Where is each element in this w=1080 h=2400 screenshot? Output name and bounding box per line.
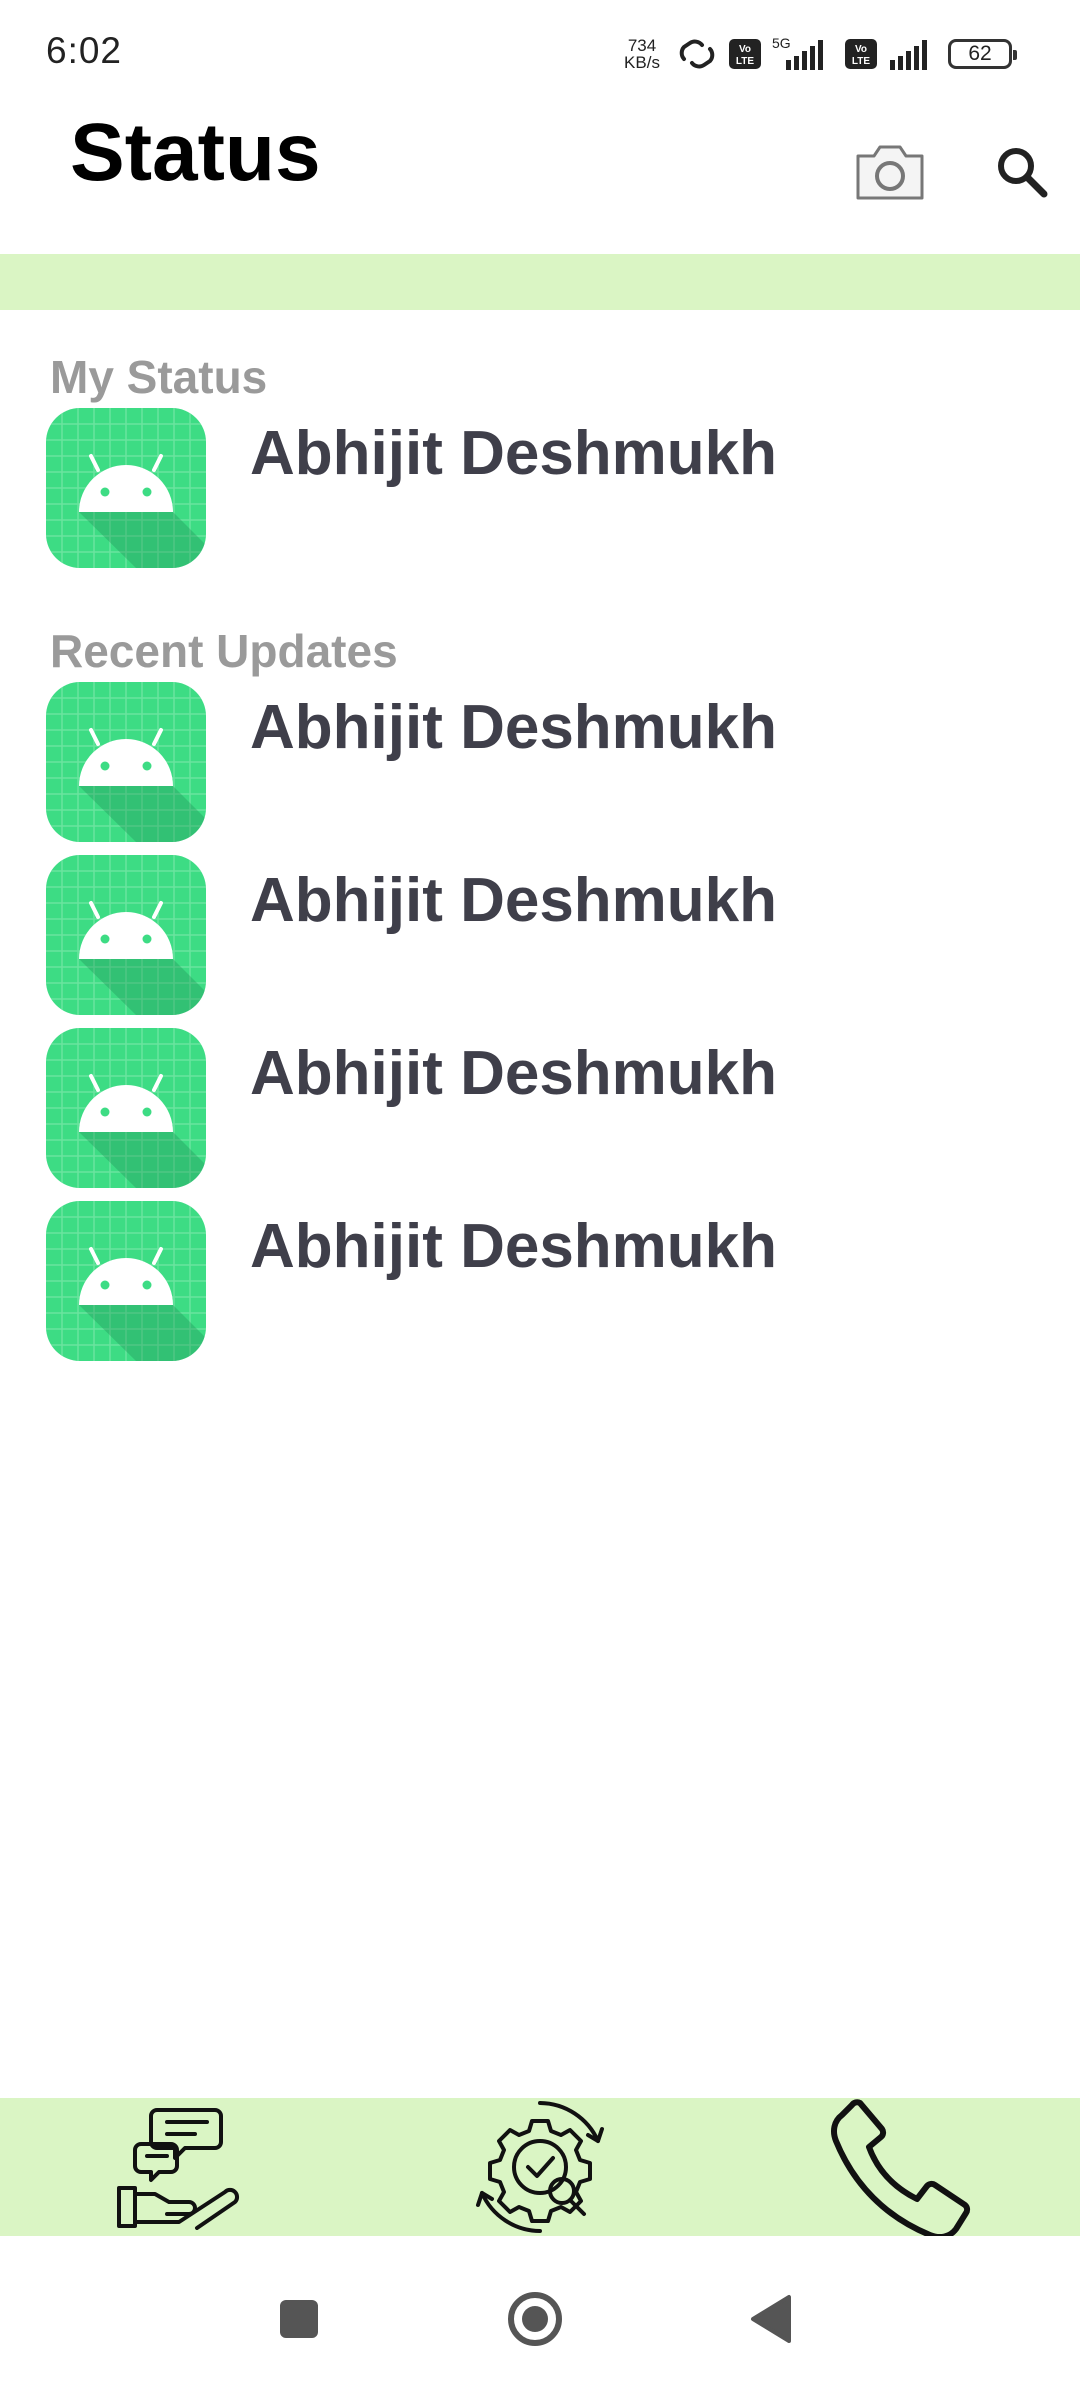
svg-text:5G: 5G xyxy=(772,36,791,51)
network-speed-unit: KB/s xyxy=(624,53,660,72)
contact-name: Abhijit Deshmukh xyxy=(250,693,778,762)
avatar xyxy=(46,682,206,842)
svg-text:LTE: LTE xyxy=(852,56,870,67)
search-icon xyxy=(998,148,1048,198)
volte-icon: Vo LTE xyxy=(728,38,762,70)
link-icon xyxy=(676,39,718,69)
system-status-bar: 6:02 734 KB/s Vo LTE 5G Vo LTE 62 xyxy=(0,0,1080,100)
avatar xyxy=(46,408,206,568)
android-avatar-icon xyxy=(46,1201,206,1361)
phone-icon xyxy=(831,2099,971,2237)
contact-name: Abhijit Deshmukh xyxy=(250,1212,778,1281)
signal-icon xyxy=(888,36,938,72)
search-button[interactable] xyxy=(994,144,1050,200)
tab-chats[interactable] xyxy=(110,2098,250,2236)
list-item[interactable]: Abhijit Deshmukh xyxy=(46,682,1046,842)
app-bar: Status xyxy=(0,100,1080,254)
list-item[interactable]: Abhijit Deshmukh xyxy=(46,855,1046,1015)
svg-text:LTE: LTE xyxy=(736,56,754,67)
contact-name: Abhijit Deshmukh xyxy=(250,1039,778,1108)
my-status-label: My Status xyxy=(50,351,268,403)
home-button[interactable] xyxy=(500,2284,570,2354)
list-item[interactable]: Abhijit Deshmukh xyxy=(46,1028,1046,1188)
android-avatar-icon xyxy=(46,682,206,842)
network-speed-value: 734 xyxy=(627,36,657,55)
android-avatar-icon xyxy=(46,1028,206,1188)
camera-button[interactable] xyxy=(854,140,926,202)
recents-square-icon xyxy=(280,2300,318,2338)
status-screen: 6:02 734 KB/s Vo LTE 5G Vo LTE 62 Status… xyxy=(0,0,1080,2400)
back-triangle-icon xyxy=(751,2295,791,2343)
svg-text:Vo: Vo xyxy=(739,44,751,55)
recents-button[interactable] xyxy=(264,2284,334,2354)
android-avatar-icon xyxy=(46,408,206,568)
my-status-row[interactable]: Abhijit Deshmukh xyxy=(46,408,1046,568)
list-item[interactable]: Abhijit Deshmukh xyxy=(46,1201,1046,1361)
android-avatar-icon xyxy=(46,855,206,1015)
battery-level: 62 xyxy=(968,42,992,65)
battery-icon: 62 xyxy=(948,39,1017,69)
tab-status[interactable] xyxy=(468,2098,612,2236)
recent-updates-label: Recent Updates xyxy=(50,625,398,677)
svg-text:Vo: Vo xyxy=(855,44,867,55)
contact-name: Abhijit Deshmukh xyxy=(250,419,778,488)
bottom-tab-bar xyxy=(0,2098,1080,2237)
avatar xyxy=(46,1201,206,1361)
header-accent-strip xyxy=(0,254,1080,310)
volte-icon-2: Vo LTE xyxy=(844,38,878,70)
status-icons: 734 KB/s Vo LTE 5G Vo LTE 62 xyxy=(618,32,1017,76)
system-nav-bar xyxy=(0,2236,1080,2400)
network-speed: 734 KB/s xyxy=(618,37,666,71)
avatar xyxy=(46,1028,206,1188)
back-button[interactable] xyxy=(736,2284,806,2354)
tab-calls[interactable] xyxy=(826,2098,976,2237)
signal-5g-icon: 5G xyxy=(772,36,834,72)
gear-check-icon xyxy=(476,2101,604,2233)
contact-name: Abhijit Deshmukh xyxy=(250,866,778,935)
avatar xyxy=(46,855,206,1015)
camera-icon xyxy=(856,145,924,200)
page-title: Status xyxy=(70,107,321,198)
home-circle-icon xyxy=(508,2292,562,2346)
clock: 6:02 xyxy=(46,30,123,71)
chat-hand-icon xyxy=(117,2108,240,2230)
